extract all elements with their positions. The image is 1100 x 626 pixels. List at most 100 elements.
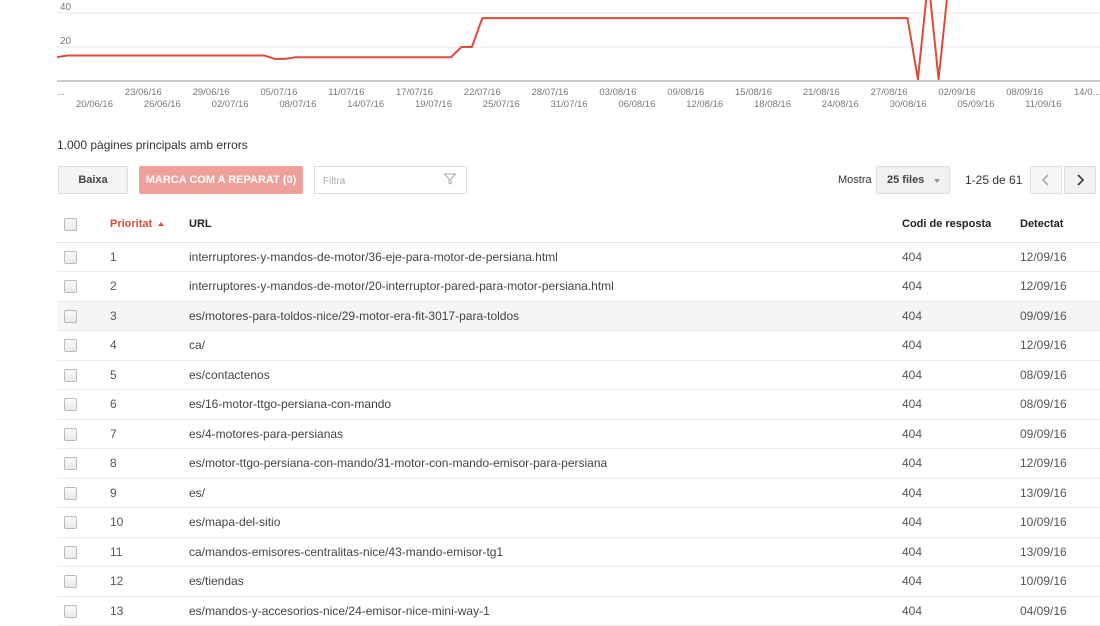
row-checkbox[interactable] — [64, 368, 77, 382]
show-label: Mostra — [838, 174, 872, 186]
x-tick-label: 09/08/16 — [667, 87, 704, 98]
url-cell[interactable]: es/motores-para-toldos-nice/29-motor-era… — [189, 301, 902, 331]
url-column-header[interactable]: URL — [189, 207, 902, 242]
table-header-row: Prioritat URL Codi de resposta Detectat — [57, 207, 1100, 242]
x-tick-label: 03/08/16 — [599, 87, 636, 98]
row-checkbox[interactable] — [64, 427, 77, 441]
table-row[interactable]: 6 es/16-motor-ttgo-persiana-con-mando 404 0… — [57, 390, 1100, 420]
detected-date-cell: 12/09/16 — [1020, 249, 1067, 264]
select-all-checkbox[interactable] — [64, 217, 77, 231]
filter-box[interactable] — [314, 166, 467, 194]
row-select-cell — [57, 419, 110, 449]
table-row[interactable]: 10 es/mapa-del-sitio 404 10/09/16 — [57, 508, 1100, 538]
sort-ascending-icon — [158, 222, 165, 227]
priority-header-label: Prioritat — [110, 218, 153, 231]
rows-per-page-select[interactable]: 25 files — [876, 166, 950, 194]
x-tick-label: 23/06/16 — [125, 87, 162, 98]
table-row[interactable]: 5 es/contactenos 404 08/09/16 — [57, 360, 1100, 390]
priority-cell: 6 — [110, 397, 117, 412]
row-checkbox[interactable] — [64, 457, 77, 471]
response-code-cell: 404 — [902, 544, 923, 559]
url-cell[interactable]: ca/mandos-emisores-centralitas-nice/43-m… — [189, 537, 902, 567]
row-checkbox[interactable] — [64, 339, 77, 353]
url-cell[interactable]: interruptores-y-mandos-de-motor/20-inter… — [189, 272, 902, 302]
url-cell[interactable]: es/tiendas — [189, 567, 902, 597]
detected-date-cell: 12/09/16 — [1020, 279, 1067, 294]
priority-cell: 5 — [110, 367, 117, 382]
row-select-cell — [57, 301, 110, 331]
url-cell[interactable]: es/mapa-del-sitio — [189, 508, 902, 538]
x-tick-label: 14/07/16 — [347, 99, 384, 110]
row-select-cell — [57, 508, 110, 538]
row-select-cell — [57, 360, 110, 390]
row-checkbox[interactable] — [64, 575, 77, 589]
table-row[interactable]: 12 es/tiendas 404 10/09/16 — [57, 567, 1100, 597]
next-page-button[interactable] — [1064, 166, 1096, 194]
x-tick-label: 17/07/16 — [396, 87, 433, 98]
row-checkbox[interactable] — [64, 516, 77, 530]
x-tick-label: 28/07/16 — [532, 87, 569, 98]
x-tick-label: 21/08/16 — [803, 87, 840, 98]
previous-page-button[interactable] — [1030, 166, 1062, 194]
response-code-cell: 404 — [902, 426, 923, 441]
errors-line-chart: 4020... 23/06/16 29/06/16 05/07/16 11/07/16 1… — [56, 0, 1100, 110]
filter-icon[interactable] — [443, 173, 457, 188]
table-row[interactable]: 8 es/motor-ttgo-persiana-con-mando/31-mot… — [57, 449, 1100, 479]
url-cell[interactable]: es/4-motores-para-persianas — [189, 419, 902, 449]
row-checkbox[interactable] — [64, 486, 77, 500]
row-select-cell — [57, 537, 110, 567]
chevron-right-icon — [1077, 174, 1085, 186]
x-tick-label: 25/07/16 — [483, 99, 520, 110]
table-row[interactable]: 11 ca/mandos-emisores-centralitas-nice/43… — [57, 537, 1100, 567]
row-checkbox[interactable] — [64, 545, 77, 559]
y-tick-label: 20 — [60, 36, 72, 47]
x-tick-label: 26/06/16 — [144, 99, 181, 110]
url-cell[interactable]: interruptores-y-mandos-de-motor/36-eje-p… — [189, 242, 902, 272]
table-row[interactable]: 9 es/404 13/09/16 — [57, 478, 1100, 508]
row-checkbox[interactable] — [64, 250, 77, 264]
priority-cell: 10 — [110, 515, 124, 530]
download-button[interactable]: Baixa — [58, 166, 128, 194]
detected-date-cell: 12/09/16 — [1020, 456, 1067, 471]
url-cell[interactable]: es/contactenos — [189, 360, 902, 390]
x-tick-label: 05/09/16 — [957, 99, 994, 110]
row-select-cell — [57, 272, 110, 302]
filter-input[interactable] — [321, 172, 445, 190]
mark-as-fixed-button[interactable]: MARCA COM A REPARAT (0) — [139, 166, 303, 194]
table-row[interactable]: 4 ca/404 12/09/16 — [57, 331, 1100, 361]
response-code-cell: 404 — [902, 515, 923, 530]
detected-date-cell: 10/09/16 — [1020, 574, 1067, 589]
row-checkbox[interactable] — [64, 398, 77, 412]
x-tick-label: 14/0... — [1074, 87, 1100, 98]
response-code-cell: 404 — [902, 338, 923, 353]
x-tick-label: 30/08/16 — [890, 99, 927, 110]
url-cell[interactable]: es/ — [189, 478, 902, 508]
table-row[interactable]: 7 es/4-motores-para-persianas 404 09/09/16 — [57, 419, 1100, 449]
detected-date-cell: 13/09/16 — [1020, 485, 1067, 500]
detected-date-cell: 12/09/16 — [1020, 338, 1067, 353]
table-row[interactable]: 2 interruptores-y-mandos-de-motor/20-inte… — [57, 272, 1100, 302]
row-select-cell — [57, 242, 110, 272]
priority-column-header[interactable]: Prioritat — [110, 207, 189, 242]
table-row[interactable]: 13 es/mandos-y-accesorios-nice/24-emisor-… — [57, 596, 1100, 626]
detected-column-header[interactable]: Detectat — [1020, 207, 1100, 242]
row-checkbox[interactable] — [64, 280, 77, 294]
row-select-cell — [57, 390, 110, 420]
response-code-column-header[interactable]: Codi de resposta — [902, 207, 1020, 242]
table-row[interactable]: 1 interruptores-y-mandos-de-motor/36-eje-… — [57, 242, 1100, 272]
response-code-cell: 404 — [902, 603, 923, 618]
detected-date-cell: 08/09/16 — [1020, 367, 1067, 382]
url-cell[interactable]: es/mandos-y-accesorios-nice/24-emisor-ni… — [189, 596, 902, 626]
x-tick-label: 15/08/16 — [735, 87, 772, 98]
priority-cell: 4 — [110, 338, 117, 353]
row-checkbox[interactable] — [64, 309, 77, 323]
errors-summary: 1.000 pàgines principals amb errors — [57, 138, 248, 152]
url-cell[interactable]: es/16-motor-ttgo-persiana-con-mando — [189, 390, 902, 420]
errors-table: Prioritat URL Codi de resposta Detectat … — [57, 207, 1100, 626]
detected-date-cell: 08/09/16 — [1020, 397, 1067, 412]
table-row[interactable]: 3 es/motores-para-toldos-nice/29-motor-er… — [57, 301, 1100, 331]
url-cell[interactable]: es/motor-ttgo-persiana-con-mando/31-moto… — [189, 449, 902, 479]
row-select-cell — [57, 567, 110, 597]
url-cell[interactable]: ca/ — [189, 331, 902, 361]
detected-date-cell: 13/09/16 — [1020, 544, 1067, 559]
